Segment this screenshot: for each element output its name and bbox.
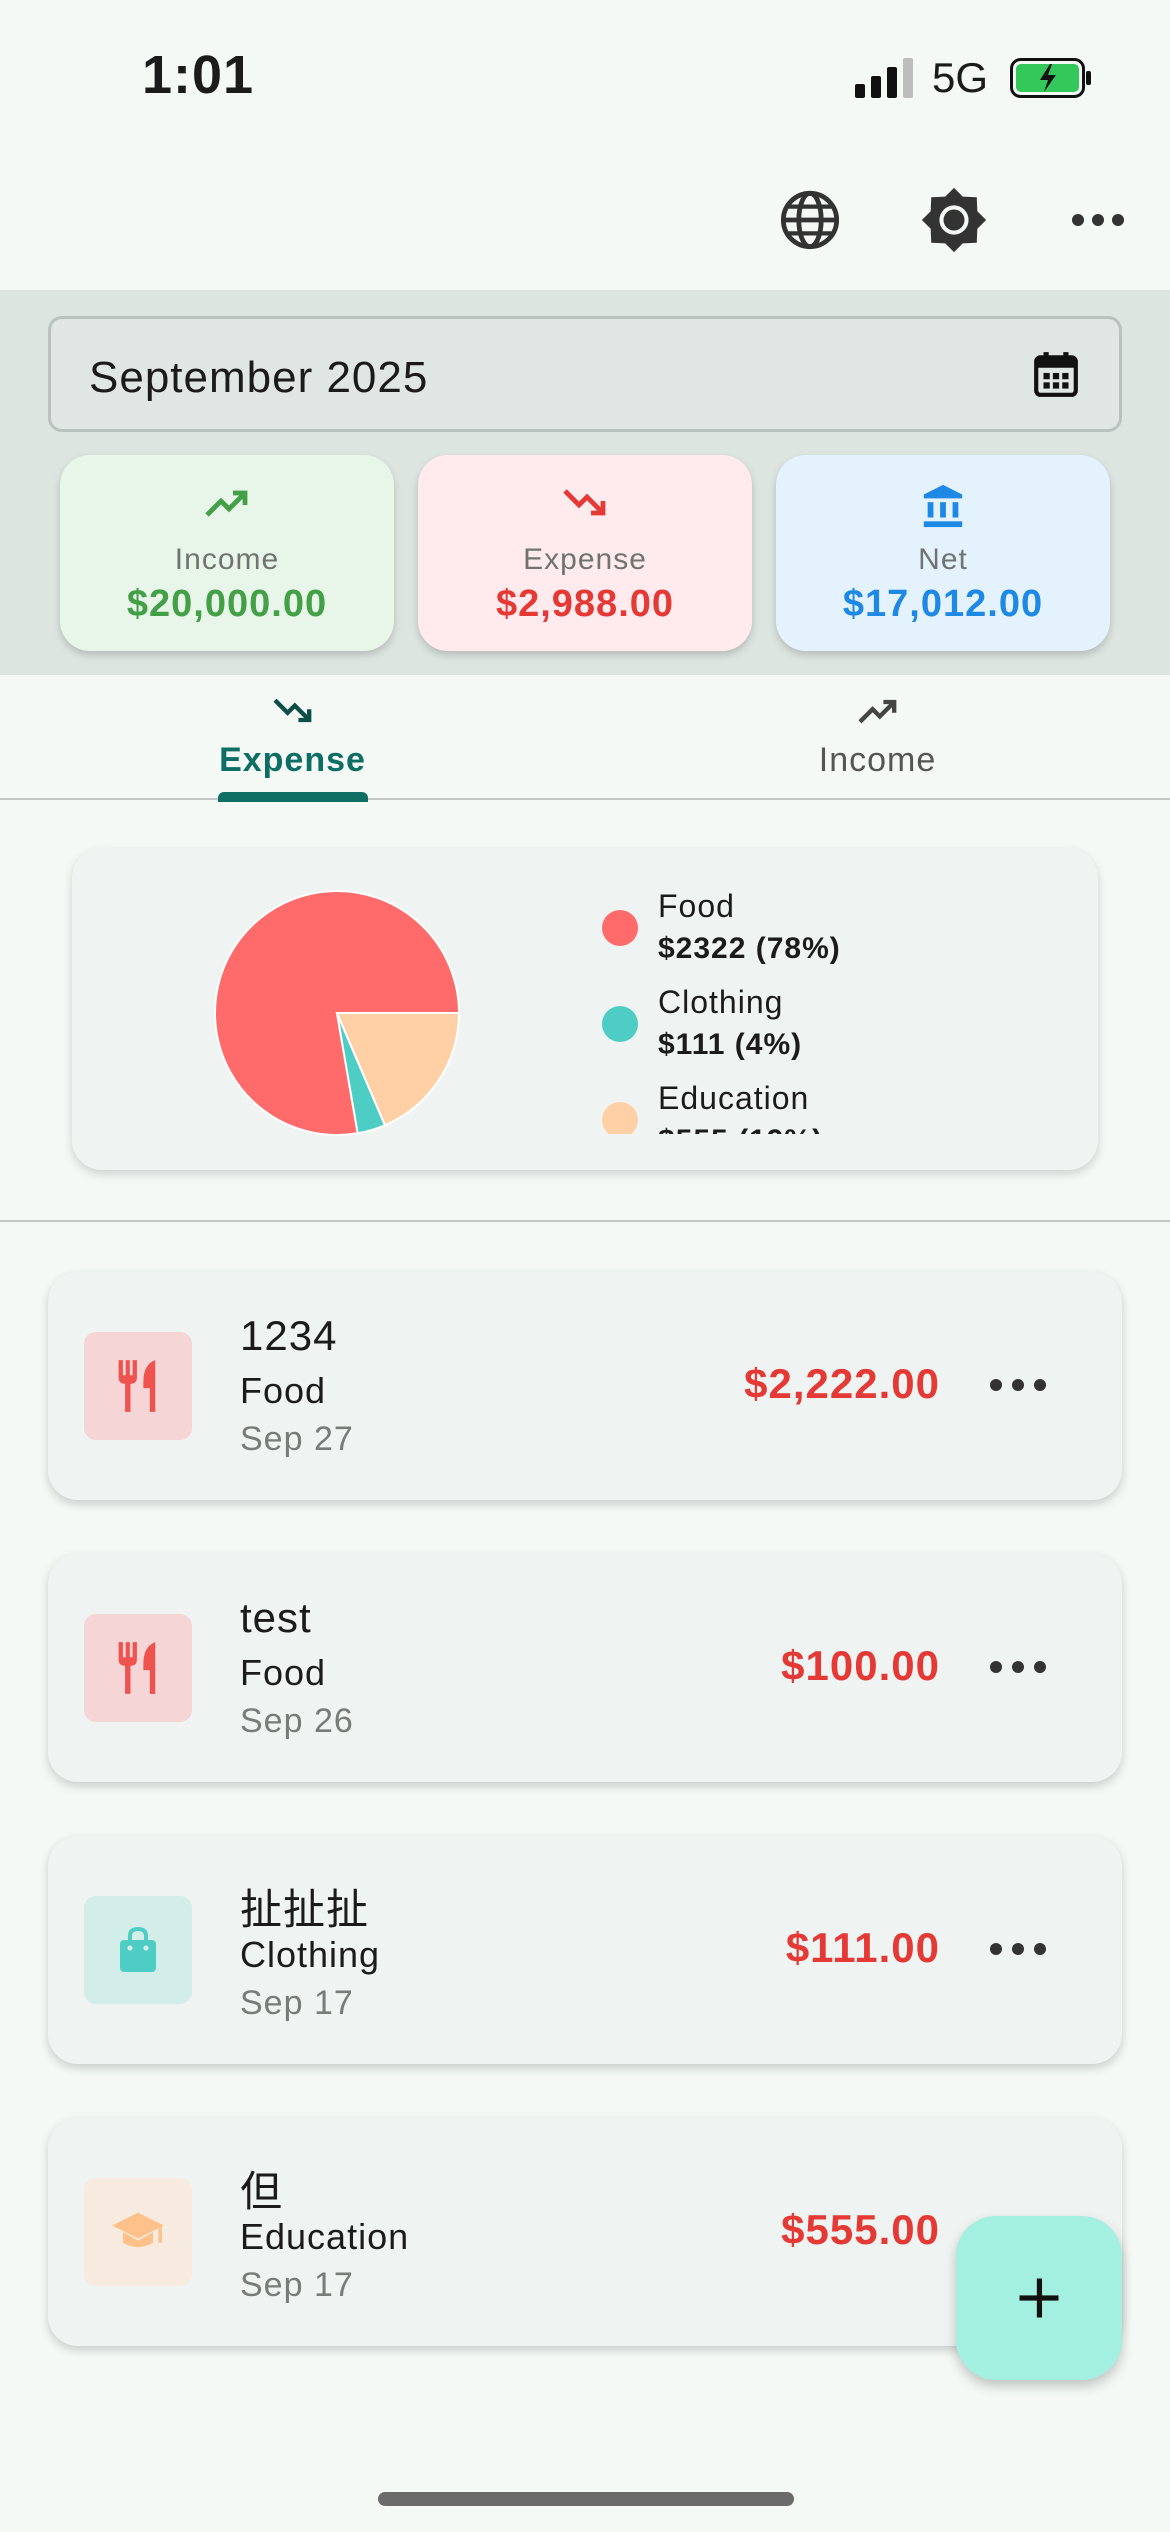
transaction-amount: $111.00 (785, 1924, 940, 1971)
tab-income-label: Income (818, 741, 937, 779)
transaction-card[interactable]: test Food Sep 26 $100.00 (48, 1554, 1122, 1782)
expense-chart-card: Food $2322 (78%) Clothing $111 (4%) Educ… (72, 848, 1098, 1170)
month-selector[interactable]: September 2025 (48, 316, 1122, 432)
income-summary-card: Income $20,000.00 (60, 455, 394, 651)
transaction-date: Sep 27 (240, 1420, 354, 1458)
transaction-title: test (240, 1594, 312, 1641)
transaction-date: Sep 17 (240, 2266, 354, 2304)
tab-expense[interactable]: Expense (0, 675, 585, 800)
network-label: 5G (932, 54, 989, 101)
net-label: Net (918, 543, 968, 576)
more-icon[interactable] (990, 1370, 1046, 1400)
tab-income[interactable]: Income (585, 675, 1170, 800)
status-bar: 1:01 5G (0, 0, 1170, 150)
transaction-date: Sep 17 (240, 1984, 354, 2022)
calendar-icon[interactable] (1031, 349, 1081, 399)
transaction-amount: $100.00 (781, 1642, 940, 1689)
legend-dot (602, 910, 638, 946)
plus-icon (1019, 2278, 1059, 2318)
summary-section: September 2025 Income $20,000.00 Expense… (0, 290, 1170, 675)
expense-pie-chart (214, 890, 461, 1136)
net-value: $17,012.00 (842, 583, 1044, 625)
graduation-cap-icon (84, 2178, 192, 2286)
transaction-title: 扯扯扯 (240, 1886, 370, 1933)
trending-up-icon (585, 693, 1170, 733)
add-transaction-button[interactable] (956, 2216, 1122, 2380)
trending-down-icon (418, 483, 752, 531)
income-value: $20,000.00 (126, 583, 328, 625)
transaction-category: Food (240, 1370, 327, 1411)
transaction-card[interactable]: 扯扯扯 Clothing Sep 17 $111.00 (48, 1836, 1122, 2064)
transaction-date: Sep 26 (240, 1702, 354, 1740)
legend-item-clothing: Clothing $111 (4%) (602, 984, 1022, 1080)
home-indicator (378, 2492, 794, 2506)
signal-icon (855, 58, 913, 98)
tab-bar: Expense Income (0, 675, 1170, 802)
transaction-amount: $2,222.00 (744, 1360, 940, 1407)
transaction-amount: $555.00 (781, 2206, 940, 2253)
legend-value: $2322 (78%) (658, 932, 841, 965)
expense-label: Expense (523, 543, 647, 576)
transaction-category: Education (240, 2216, 410, 2257)
brightness-icon[interactable] (914, 180, 994, 260)
globe-icon[interactable] (770, 180, 850, 260)
legend-value: $555 (19%) (658, 1124, 823, 1134)
tab-expense-label: Expense (219, 741, 366, 779)
fork-knife-icon (84, 1332, 192, 1440)
legend-dot (602, 1006, 638, 1042)
expense-value: $2,988.00 (495, 583, 675, 625)
net-summary-card: Net $17,012.00 (776, 455, 1110, 651)
shopping-bag-icon (84, 1896, 192, 2004)
income-label: Income (174, 543, 280, 576)
more-icon[interactable] (990, 1934, 1046, 1964)
status-time: 1:01 (142, 45, 255, 105)
legend-value: $111 (4%) (658, 1028, 803, 1061)
transaction-category: Food (240, 1652, 327, 1693)
fork-knife-icon (84, 1614, 192, 1722)
transaction-title: 1234 (240, 1312, 338, 1359)
more-icon[interactable] (1058, 180, 1138, 260)
transaction-category: Clothing (240, 1934, 381, 1975)
app-bar (0, 150, 1170, 290)
expense-summary-card: Expense $2,988.00 (418, 455, 752, 651)
legend-dot (602, 1102, 638, 1134)
trending-down-icon (0, 693, 585, 733)
legend-name: Food (658, 888, 735, 924)
battery-icon (1010, 58, 1091, 98)
transaction-title: 但 (240, 2168, 284, 2215)
divider (0, 1220, 1170, 1222)
chart-legend: Food $2322 (78%) Clothing $111 (4%) Educ… (602, 888, 1022, 1134)
bank-icon (776, 483, 1110, 531)
month-value: September 2025 (89, 353, 429, 402)
more-icon[interactable] (990, 1652, 1046, 1682)
transaction-card[interactable]: 1234 Food Sep 27 $2,222.00 (48, 1272, 1122, 1500)
legend-name: Education (658, 1080, 810, 1116)
legend-item-food: Food $2322 (78%) (602, 888, 1022, 984)
legend-item-education: Education $555 (19%) (602, 1080, 1022, 1134)
tab-indicator (218, 792, 368, 802)
trending-up-icon (60, 483, 394, 531)
legend-name: Clothing (658, 984, 784, 1020)
